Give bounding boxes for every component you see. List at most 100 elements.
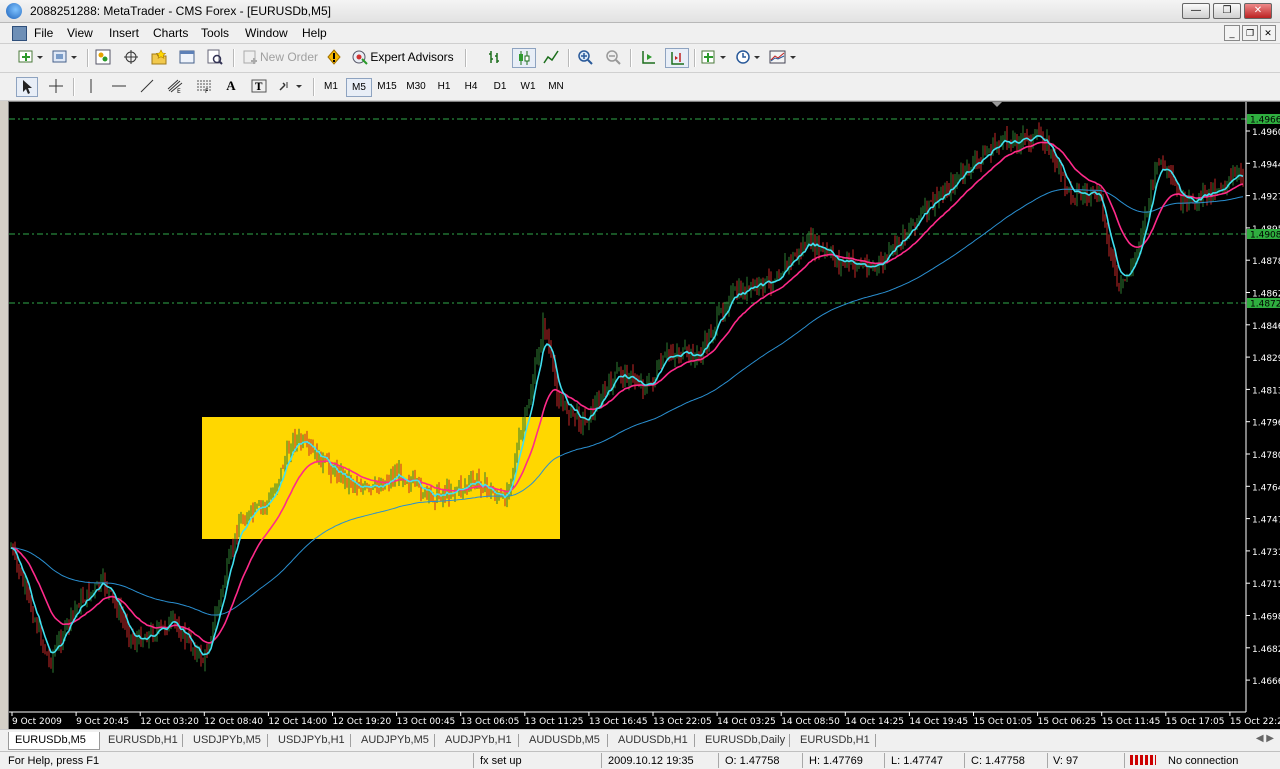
strategy-tester-icon[interactable] <box>206 48 224 66</box>
indicators-button[interactable] <box>701 48 729 66</box>
time-label: 15 Oct 06:25 <box>1038 717 1097 727</box>
status-high: H: 1.47769 <box>809 755 863 767</box>
candlesticks-icon[interactable] <box>512 48 536 68</box>
svg-text:E: E <box>177 88 181 94</box>
equidistant-channel-icon[interactable]: E <box>165 77 187 95</box>
market-watch-icon[interactable] <box>94 48 112 66</box>
templates-button[interactable] <box>769 48 799 66</box>
chart-shift-icon[interactable] <box>665 48 689 68</box>
price-chart[interactable]: 1.496091.494401.492751.489501.487851.486… <box>8 101 1280 729</box>
period-d1[interactable]: D1 <box>488 78 512 95</box>
time-label: 15 Oct 17:05 <box>1166 717 1225 727</box>
time-label: 13 Oct 00:45 <box>397 717 456 727</box>
tab-audjpyb-h1[interactable]: AUDJPYb,H1 <box>439 732 518 749</box>
menu-view[interactable]: View <box>67 26 93 40</box>
new-chart-button[interactable] <box>18 48 44 66</box>
tab-audjpyb-m5[interactable]: AUDJPYb,M5 <box>355 732 435 749</box>
level-price-label: 1.49664 <box>1250 116 1280 126</box>
expert-advisors-button[interactable]: Expert Advisors <box>350 48 454 66</box>
price-label: 1.46660 <box>1252 677 1280 687</box>
horizontal-line-icon[interactable] <box>110 77 128 95</box>
tab-eurusdb-m5[interactable]: EURUSDb,M5 <box>8 732 100 750</box>
auto-scroll-icon[interactable] <box>638 48 658 66</box>
periods-clock-button[interactable] <box>735 48 763 66</box>
close-button[interactable]: ✕ <box>1244 3 1272 19</box>
connection-status-icon <box>1130 755 1156 765</box>
tab-scroll-arrows[interactable]: ◀ ▶ <box>1256 733 1274 744</box>
period-mn[interactable]: MN <box>542 78 570 95</box>
line-chart-icon[interactable] <box>541 48 561 66</box>
svg-text:F: F <box>205 88 209 94</box>
status-low: L: 1.47747 <box>891 755 943 767</box>
favorites-folder-icon[interactable] <box>150 48 168 66</box>
period-h4[interactable]: H4 <box>459 78 483 95</box>
price-label: 1.48785 <box>1252 257 1280 267</box>
zoom-in-icon[interactable] <box>575 48 595 66</box>
bar-chart-icon[interactable] <box>484 48 504 66</box>
menu-insert[interactable]: Insert <box>109 26 139 40</box>
profiles-button[interactable] <box>52 48 80 66</box>
chart-canvas[interactable]: 1.496091.494401.492751.489501.487851.486… <box>9 102 1280 728</box>
status-profile: fx set up <box>480 755 522 767</box>
status-bar: For Help, press F1 fx set up 2009.10.12 … <box>0 751 1280 769</box>
text-tool-icon[interactable]: A <box>222 77 240 95</box>
status-datetime: 2009.10.12 19:35 <box>608 755 694 767</box>
crosshair-icon[interactable] <box>46 77 66 95</box>
price-label: 1.47805 <box>1252 451 1280 461</box>
mdi-close-button[interactable]: ✕ <box>1260 25 1276 41</box>
menu-charts[interactable]: Charts <box>153 26 188 40</box>
tab-audusdb-h1[interactable]: AUDUSDb,H1 <box>612 732 694 749</box>
period-w1[interactable]: W1 <box>515 78 541 95</box>
expert-advisors-label: Expert Advisors <box>370 50 454 64</box>
period-m15[interactable]: M15 <box>373 78 401 95</box>
line-studies-toolbar: E F A T M1 M5 M15 M30 H1 H4 D1 W1 MN <box>0 73 1280 101</box>
status-help: For Help, press F1 <box>8 755 100 767</box>
time-label: 9 Oct 20:45 <box>76 717 129 727</box>
period-h1[interactable]: H1 <box>432 78 456 95</box>
tab-eurusdb-daily[interactable]: EURUSDb,Daily <box>699 732 791 749</box>
time-label: 12 Oct 19:20 <box>333 717 392 727</box>
menu-help[interactable]: Help <box>302 26 327 40</box>
terminal-window-icon[interactable] <box>178 48 196 66</box>
mdi-restore-button[interactable]: ❐ <box>1242 25 1258 41</box>
menu-tools[interactable]: Tools <box>201 26 229 40</box>
price-label: 1.48460 <box>1252 322 1280 332</box>
price-label: 1.46985 <box>1252 613 1280 623</box>
chart-window-icon[interactable] <box>12 26 27 41</box>
alert-warning-icon[interactable] <box>324 48 344 66</box>
tab-usdjpyb-m5[interactable]: USDJPYb,M5 <box>187 732 267 749</box>
trendline-icon[interactable] <box>138 77 156 95</box>
tab-eurusdb-h1[interactable]: EURUSDb,H1 <box>102 732 184 749</box>
tab-audusdb-m5[interactable]: AUDUSDb,M5 <box>523 732 606 749</box>
price-label: 1.49609 <box>1252 128 1280 138</box>
period-m30[interactable]: M30 <box>402 78 430 95</box>
time-label: 15 Oct 22:25 <box>1230 717 1280 727</box>
price-label: 1.47310 <box>1252 548 1280 558</box>
menu-bar: File View Insert Charts Tools Window Hel… <box>0 23 1280 44</box>
time-label: 14 Oct 14:25 <box>845 717 904 727</box>
tab-eurusdb-h1-2[interactable]: EURUSDb,H1 <box>794 732 876 749</box>
menu-file[interactable]: File <box>34 26 53 40</box>
vertical-line-icon[interactable] <box>82 77 100 95</box>
minimize-button[interactable]: — <box>1182 3 1210 19</box>
new-order-label: New Order <box>259 50 318 64</box>
fibonacci-retracement-icon[interactable]: F <box>194 77 214 95</box>
restore-button[interactable]: ❐ <box>1213 3 1241 19</box>
tab-usdjpyb-h1[interactable]: USDJPYb,H1 <box>272 732 351 749</box>
mdi-minimize-button[interactable]: _ <box>1224 25 1240 41</box>
new-order-button[interactable]: New Order <box>240 48 320 66</box>
price-label: 1.47640 <box>1252 483 1280 493</box>
crosshair-navigator-icon[interactable] <box>122 48 140 66</box>
period-m5[interactable]: M5 <box>346 78 372 97</box>
time-label: 9 Oct 2009 <box>12 717 62 727</box>
time-label: 13 Oct 11:25 <box>525 717 584 727</box>
menu-window[interactable]: Window <box>245 26 288 40</box>
arrows-dropdown-icon[interactable] <box>277 77 305 95</box>
cursor-icon[interactable] <box>16 77 38 97</box>
window-title: 2088251288: MetaTrader - CMS Forex - [EU… <box>30 4 332 18</box>
zoom-out-icon[interactable] <box>603 48 623 66</box>
title-bar: 2088251288: MetaTrader - CMS Forex - [EU… <box>0 0 1280 23</box>
price-label: 1.49440 <box>1252 160 1280 170</box>
period-m1[interactable]: M1 <box>319 78 343 95</box>
text-label-icon[interactable]: T <box>249 77 269 95</box>
